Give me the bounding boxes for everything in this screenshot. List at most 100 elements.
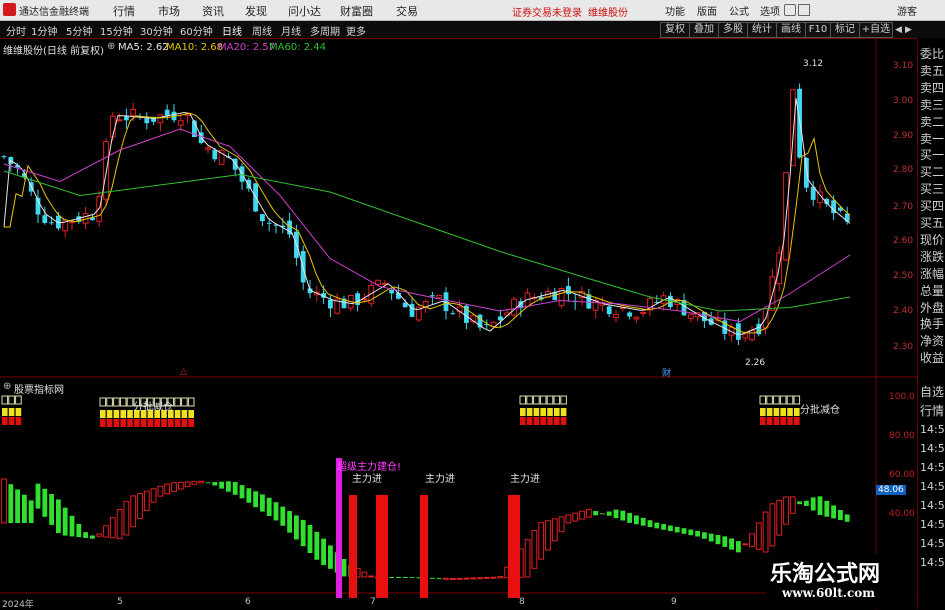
indicator-bar bbox=[783, 496, 789, 525]
candle-body bbox=[177, 120, 184, 126]
period-15min[interactable]: 15分钟 bbox=[100, 23, 133, 38]
indicator-bar bbox=[143, 490, 150, 511]
indicator-bar bbox=[62, 507, 68, 536]
candle-body bbox=[103, 141, 109, 200]
ind-axis-80: 80.00 bbox=[889, 431, 915, 441]
indicator-bar bbox=[600, 513, 605, 515]
draw-button[interactable]: 画线 bbox=[776, 22, 806, 38]
sell-signal-block bbox=[519, 395, 527, 405]
chevron-left-icon[interactable]: ◀ bbox=[895, 25, 902, 35]
indicator-bar bbox=[565, 514, 572, 524]
sell-signal-block bbox=[553, 395, 561, 405]
candle-body bbox=[389, 290, 394, 294]
indicator-bar bbox=[28, 500, 34, 523]
candle-body bbox=[116, 119, 123, 122]
period-daily[interactable]: 日线 bbox=[222, 23, 242, 38]
indicator-bar bbox=[103, 525, 109, 538]
quote-field-label: 涨跌 bbox=[920, 249, 945, 264]
add-watchlist-button[interactable]: +自选 bbox=[859, 22, 893, 38]
indicator-bar bbox=[191, 481, 198, 485]
indicator-bar bbox=[436, 578, 442, 580]
sell-signal-block bbox=[106, 419, 113, 427]
finance-marker[interactable]: 财 bbox=[662, 366, 671, 379]
chevron-right-icon[interactable]: ▶ bbox=[905, 25, 912, 35]
sell-signal-block bbox=[126, 397, 134, 407]
quote-field-label: 卖五 bbox=[920, 63, 945, 78]
quote-field-label: 委比 bbox=[920, 47, 945, 61]
main-in-bar bbox=[349, 495, 357, 598]
indicator-settings-icon[interactable]: ⊕ bbox=[3, 381, 11, 392]
menu-news[interactable]: 资讯 bbox=[202, 3, 224, 19]
indicator-bar bbox=[116, 508, 123, 540]
adjust-button[interactable]: 复权 bbox=[660, 22, 690, 38]
menu-trade[interactable]: 交易 bbox=[396, 3, 418, 19]
indicator-bar bbox=[620, 510, 626, 521]
indicator-bar bbox=[708, 533, 714, 542]
candle-body bbox=[1, 156, 7, 158]
event-marker-icon[interactable]: △ bbox=[180, 367, 187, 377]
menu-layout[interactable]: 版面 bbox=[697, 3, 717, 18]
sell-signal-block bbox=[766, 395, 773, 405]
period-1min[interactable]: 1分钟 bbox=[31, 23, 57, 38]
period-tick[interactable]: 分时 bbox=[6, 23, 26, 38]
quote-tick-label: 14:50 bbox=[920, 423, 945, 436]
indicator-bar bbox=[260, 494, 265, 512]
quote-field-label: 买一 bbox=[920, 148, 945, 163]
indicator-bar bbox=[273, 502, 279, 521]
sell-signal-block bbox=[168, 419, 174, 427]
sell-signal-block bbox=[113, 397, 120, 407]
period-more[interactable]: 更多 bbox=[346, 23, 366, 38]
menu-wealth[interactable]: 财富圈 bbox=[340, 3, 373, 19]
overlay-button[interactable]: 叠加 bbox=[689, 22, 719, 38]
indicator-bar bbox=[661, 524, 666, 530]
candle-body bbox=[749, 329, 755, 341]
sell-signal-block bbox=[2, 408, 8, 416]
sell-signal-block bbox=[174, 410, 181, 418]
period-60min[interactable]: 60分钟 bbox=[180, 23, 213, 38]
menu-quotes[interactable]: 行情 bbox=[113, 3, 135, 19]
period-weekly[interactable]: 周线 bbox=[252, 23, 272, 38]
period-5min[interactable]: 5分钟 bbox=[66, 23, 92, 38]
period-multi[interactable]: 多周期 bbox=[310, 23, 340, 38]
app-title: 通达信金融终端 bbox=[19, 7, 89, 18]
indicator-bar bbox=[314, 531, 320, 560]
account-name[interactable]: 维维股份 bbox=[588, 4, 628, 19]
menu-formula[interactable]: 公式 bbox=[729, 3, 749, 18]
candle-body bbox=[490, 321, 497, 327]
sell-signal-block bbox=[547, 408, 553, 416]
menu-discover[interactable]: 发现 bbox=[245, 3, 267, 19]
sell-signal-block bbox=[15, 395, 22, 405]
candle-body bbox=[430, 295, 435, 297]
indicator-bar bbox=[729, 538, 734, 550]
quote-field-label: 外盘 bbox=[920, 300, 945, 315]
period-30min[interactable]: 30分钟 bbox=[140, 23, 173, 38]
guest-label[interactable]: 游客 bbox=[897, 3, 917, 18]
indicator-bar bbox=[749, 533, 755, 548]
login-warning[interactable]: 证券交易未登录 bbox=[512, 4, 582, 19]
sell-signal-block bbox=[546, 395, 554, 405]
candle-body bbox=[144, 118, 150, 124]
menu-function[interactable]: 功能 bbox=[665, 3, 685, 18]
menu-options[interactable]: 选项 bbox=[760, 3, 780, 18]
stats-button[interactable]: 统计 bbox=[747, 22, 777, 38]
indicator-bar bbox=[198, 480, 205, 484]
candle-body bbox=[164, 109, 170, 116]
indicator-bar bbox=[497, 575, 504, 579]
window-icon[interactable] bbox=[798, 4, 810, 16]
indicator-bar bbox=[804, 500, 809, 506]
indicator-bar bbox=[654, 522, 660, 529]
kline-chart[interactable] bbox=[0, 38, 917, 609]
quote-field-label: 换手 bbox=[920, 317, 945, 332]
menu-market[interactable]: 市场 bbox=[158, 3, 180, 19]
settings-icon[interactable] bbox=[784, 4, 796, 16]
multi-stock-button[interactable]: 多股 bbox=[718, 22, 748, 38]
sell-signal-block bbox=[140, 419, 147, 427]
indicator-bar bbox=[702, 532, 707, 539]
period-monthly[interactable]: 月线 bbox=[281, 23, 301, 38]
f10-button[interactable]: F10 bbox=[805, 22, 831, 38]
sell-signal-block bbox=[759, 395, 767, 405]
quote-tick-label: 14:50 bbox=[920, 461, 945, 474]
indicator-bar bbox=[831, 505, 836, 519]
mark-button[interactable]: 标记 bbox=[830, 22, 860, 38]
menu-ask[interactable]: 问小达 bbox=[288, 3, 321, 19]
